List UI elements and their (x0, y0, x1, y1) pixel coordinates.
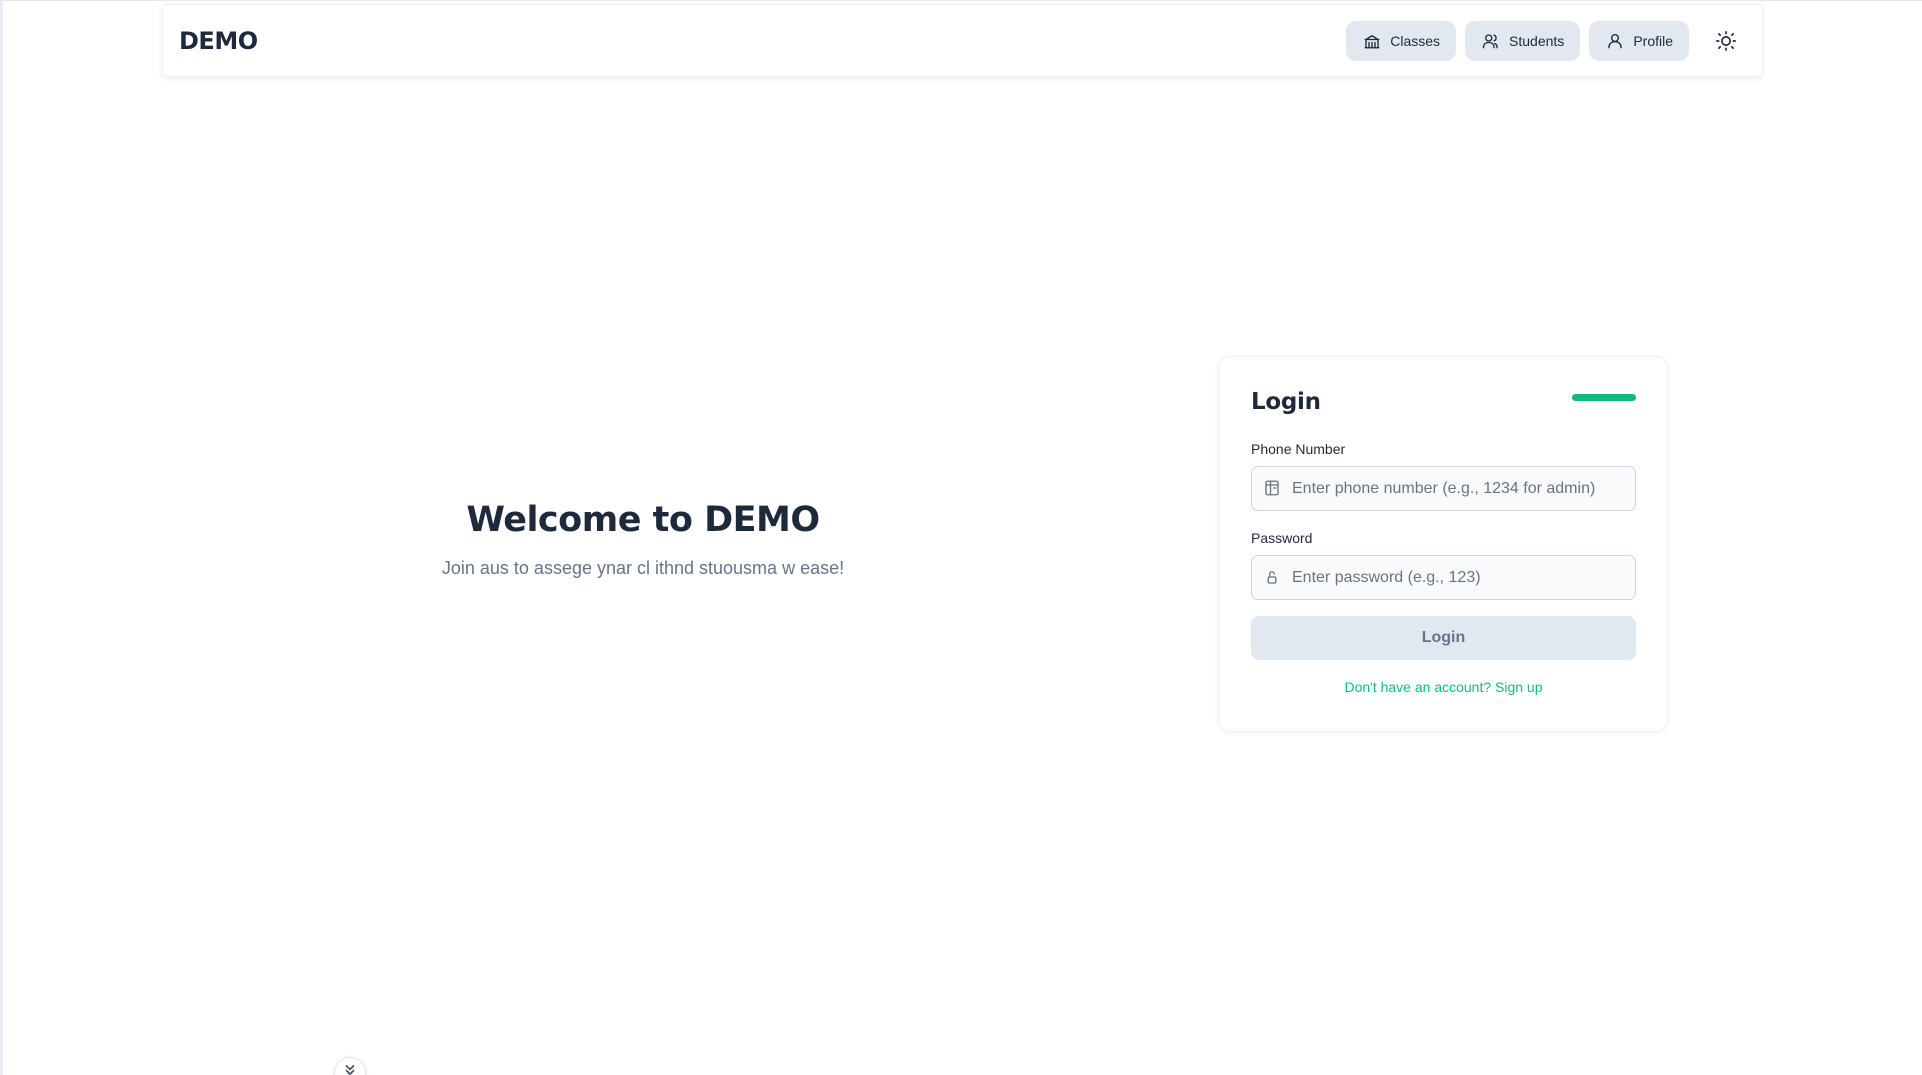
nav-profile-button[interactable]: Profile (1589, 20, 1689, 61)
login-card: Login Phone Number Password Login Don't … (1218, 356, 1668, 732)
nav-students-label: Students (1509, 32, 1565, 49)
users-icon (1482, 33, 1498, 48)
sun-icon (1716, 30, 1736, 51)
phone-card-icon (1265, 480, 1279, 496)
nav-classes-button[interactable]: Classes (1346, 20, 1457, 61)
lock-icon (1267, 571, 1277, 584)
nav-actions: Classes Students Profile (1346, 20, 1744, 61)
login-title: Login (1251, 389, 1321, 415)
password-label: Password (1251, 530, 1313, 546)
login-card-header: Login (1251, 389, 1636, 415)
nav-students-button[interactable]: Students (1465, 20, 1581, 61)
accent-bar (1572, 394, 1636, 401)
login-submit-button[interactable]: Login (1251, 616, 1636, 660)
phone-input-wrapper (1251, 466, 1636, 511)
hero-subtitle: Join aus to assege ynar cl ithnd stuousm… (441, 558, 845, 578)
phone-input[interactable] (1252, 467, 1635, 510)
password-input[interactable] (1252, 556, 1635, 599)
nav-profile-label: Profile (1633, 32, 1673, 49)
window-top-border (0, 0, 1922, 1)
school-icon (1364, 34, 1380, 48)
chevron-icon (345, 1065, 355, 1075)
floating-toggle-button[interactable] (334, 1057, 366, 1075)
brand-logo[interactable]: DEMO (179, 27, 258, 55)
hero-title: Welcome to DEMO (466, 500, 820, 540)
phone-label: Phone Number (1251, 441, 1346, 457)
navbar: DEMO Classes Students Profile (162, 4, 1763, 77)
nav-classes-label: Classes (1390, 32, 1441, 49)
hero-section: Welcome to DEMO Join aus to assege ynar … (400, 500, 886, 579)
theme-toggle-button[interactable] (1708, 21, 1744, 61)
window-left-border (0, 0, 3, 1075)
signup-link[interactable]: Don't have an account? Sign up (1251, 679, 1636, 695)
password-input-wrapper (1251, 555, 1636, 600)
user-icon (1608, 33, 1622, 48)
